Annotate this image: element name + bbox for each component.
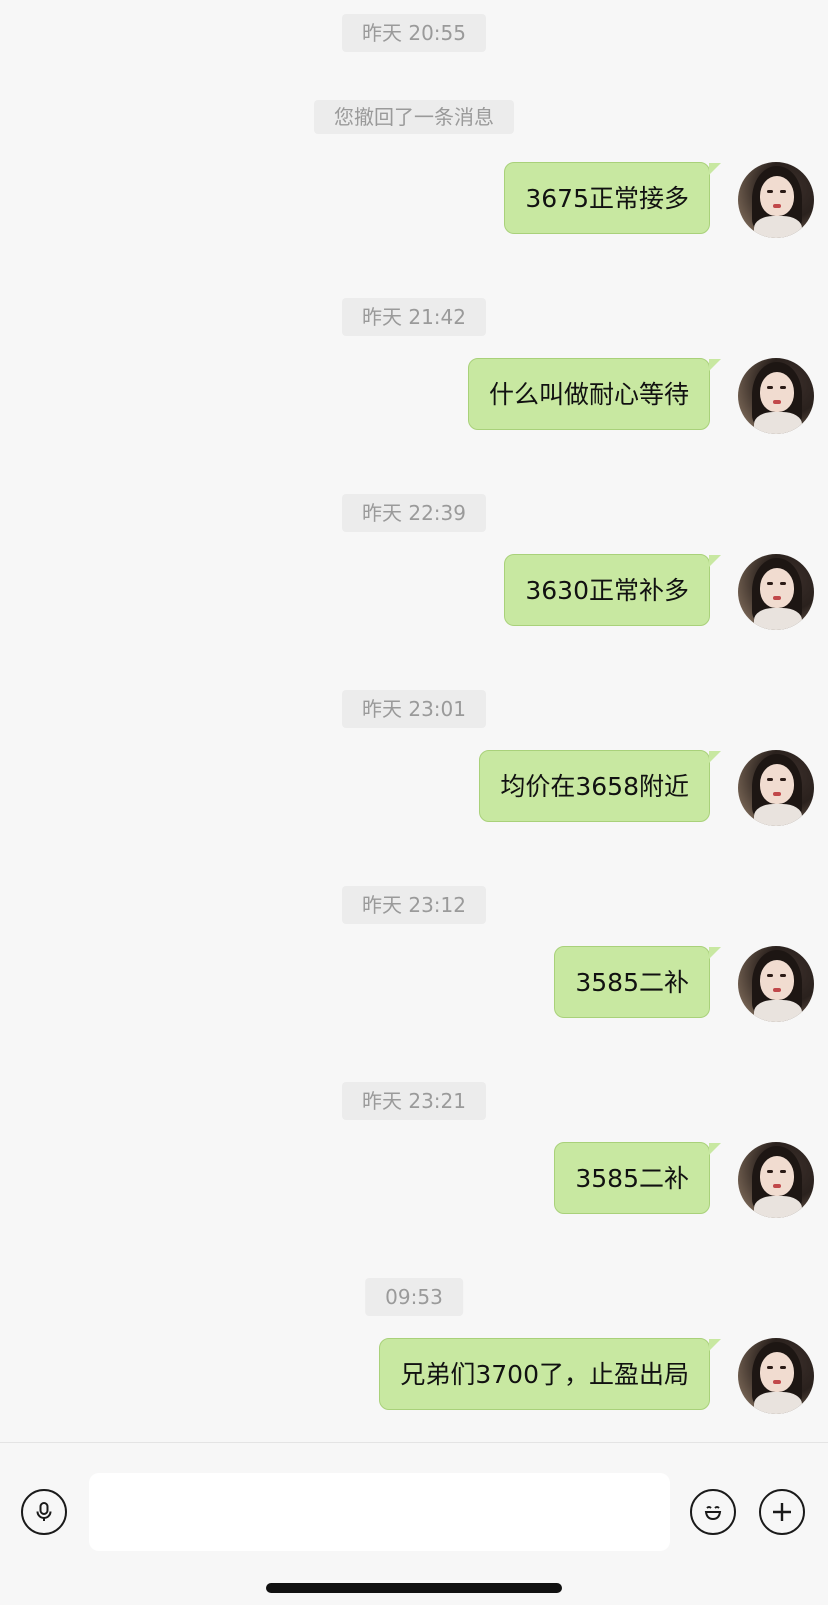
emoji-icon <box>704 1506 722 1521</box>
message-row: 兄弟们3700了，止盈出局 <box>379 1338 814 1414</box>
message-row: 3585二补 <box>554 946 814 1022</box>
timestamp: 昨天 23:01 <box>342 690 486 728</box>
message-row: 3675正常接多 <box>504 162 814 238</box>
emoji-button[interactable] <box>690 1489 736 1535</box>
timestamp: 昨天 23:12 <box>342 886 486 924</box>
avatar[interactable] <box>738 554 814 630</box>
message-bubble[interactable]: 均价在3658附近 <box>479 750 721 822</box>
voice-button[interactable] <box>21 1489 67 1535</box>
message-bubble[interactable]: 3675正常接多 <box>504 162 721 234</box>
avatar[interactable] <box>738 750 814 826</box>
input-bar <box>0 1442 828 1605</box>
plus-icon <box>773 1503 791 1521</box>
message-row: 均价在3658附近 <box>479 750 814 826</box>
avatar[interactable] <box>738 1142 814 1218</box>
message-input[interactable] <box>89 1473 670 1551</box>
avatar[interactable] <box>738 946 814 1022</box>
avatar[interactable] <box>738 162 814 238</box>
timestamp: 昨天 22:39 <box>342 494 486 532</box>
home-indicator[interactable] <box>266 1583 562 1593</box>
avatar[interactable] <box>738 1338 814 1414</box>
message-bubble[interactable]: 3585二补 <box>554 946 721 1018</box>
timestamp: 昨天 20:55 <box>342 14 486 52</box>
timestamp: 昨天 21:42 <box>342 298 486 336</box>
message-bubble[interactable]: 兄弟们3700了，止盈出局 <box>379 1338 721 1410</box>
avatar[interactable] <box>738 358 814 434</box>
plus-button[interactable] <box>759 1489 805 1535</box>
message-row: 3630正常补多 <box>504 554 814 630</box>
microphone-icon <box>36 1502 52 1521</box>
timestamp: 09:53 <box>365 1278 463 1316</box>
message-bubble[interactable]: 3585二补 <box>554 1142 721 1214</box>
message-row: 什么叫做耐心等待 <box>467 358 814 434</box>
message-bubble[interactable]: 什么叫做耐心等待 <box>467 358 722 430</box>
message-row: 3585二补 <box>554 1142 814 1218</box>
chat-area[interactable]: 昨天 20:55 您撤回了一条消息 3675正常接多 昨天 21:42 什么叫做… <box>0 0 828 1442</box>
system-note-recalled: 您撤回了一条消息 <box>314 100 514 134</box>
timestamp: 昨天 23:21 <box>342 1082 486 1120</box>
message-bubble[interactable]: 3630正常补多 <box>504 554 721 626</box>
